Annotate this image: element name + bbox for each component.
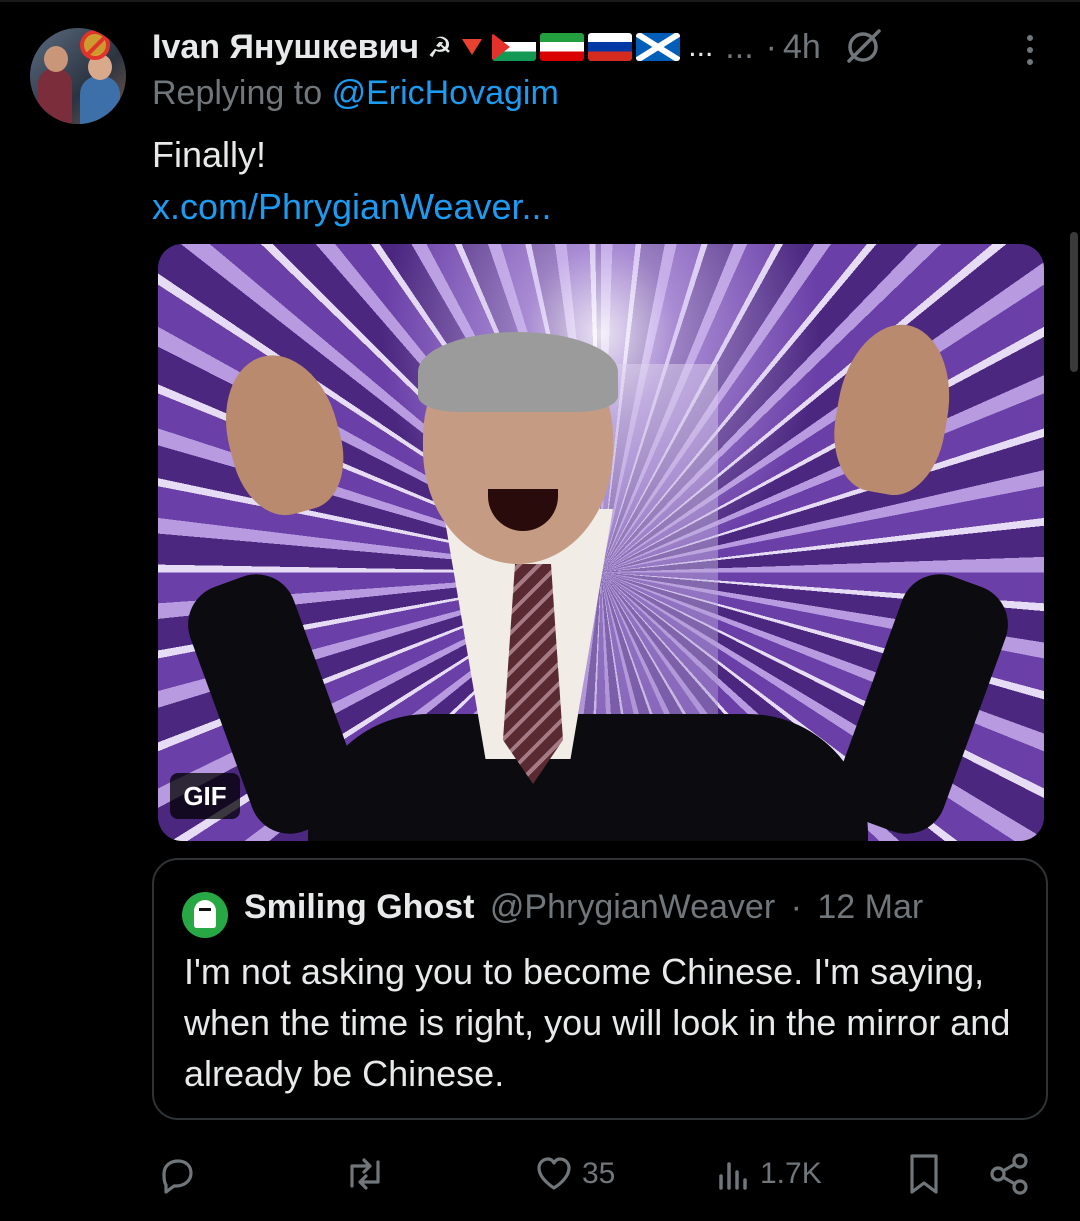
replying-handle-link[interactable]: @EricHovagim <box>332 74 559 112</box>
palestine-flag-icon <box>492 33 537 61</box>
name-truncation: ... <box>688 30 714 63</box>
hammer-sickle-icon: ☭ <box>427 31 453 63</box>
share-icon <box>990 1153 1028 1195</box>
share-button[interactable] <box>988 1152 1030 1196</box>
replying-to: Replying to @EricHovagim <box>152 74 559 113</box>
like-button[interactable]: 35 <box>534 1154 615 1194</box>
gif-figure-hand <box>209 342 357 526</box>
red-triangle-icon <box>462 39 483 55</box>
quoted-date: 12 Mar <box>817 888 924 926</box>
post-link[interactable]: x.com/PhrygianWeaver... <box>152 186 552 228</box>
post-text: Finally! <box>152 134 267 175</box>
author-avatar[interactable] <box>30 28 126 124</box>
quoted-post[interactable]: Smiling Ghost @PhrygianWeaver · 12 Mar I… <box>152 858 1048 1120</box>
like-count: 35 <box>582 1157 616 1190</box>
reply-icon <box>162 1159 193 1194</box>
gif-figure-suit <box>308 714 868 841</box>
header-ellipsis: ... <box>725 27 754 66</box>
heart-icon <box>537 1157 571 1190</box>
bookmark-button[interactable] <box>906 1152 942 1196</box>
gif-media[interactable]: GIF <box>158 244 1044 841</box>
avatar-figure <box>44 46 68 72</box>
header-separator: · <box>765 27 777 66</box>
quoted-post-text: I'm not asking you to become Chinese. I'… <box>184 951 1011 1094</box>
gif-figure-hair <box>418 332 618 412</box>
repost-icon <box>350 1158 380 1190</box>
quoted-author-name: Smiling Ghost <box>244 888 475 926</box>
gif-figure-hand <box>824 315 962 503</box>
views-button[interactable]: 1.7K <box>716 1154 822 1194</box>
reply-button[interactable] <box>156 1154 206 1194</box>
grok-icon[interactable] <box>843 27 883 67</box>
bookmark-icon <box>910 1154 938 1194</box>
russia-flag-icon <box>588 33 633 61</box>
quoted-separator: · <box>790 888 802 926</box>
quoted-post-header: Smiling Ghost @PhrygianWeaver · 12 Mar <box>244 888 923 927</box>
views-count: 1.7K <box>760 1157 822 1190</box>
top-divider <box>0 0 1080 2</box>
replying-prefix: Replying to <box>152 74 323 112</box>
author-name[interactable]: Ivan Янушкевич <box>152 28 419 67</box>
quoted-author-handle: @PhrygianWeaver <box>489 888 776 926</box>
scotland-flag-icon <box>636 33 681 61</box>
gif-badge: GIF <box>170 773 240 819</box>
post-time[interactable]: 4h <box>783 28 821 67</box>
name-emojis: ☭ ... <box>427 30 713 64</box>
prohibited-sign-icon <box>80 30 110 60</box>
views-icon <box>719 1162 747 1190</box>
post-header: Ivan Янушкевич ☭ ... ... · 4h <box>152 26 992 68</box>
action-bar: 35 1.7K <box>0 1148 1080 1200</box>
quoted-author-avatar <box>182 892 228 938</box>
iran-flag-icon <box>540 33 585 61</box>
avatar-figure <box>38 68 72 124</box>
avatar-figure <box>80 76 120 124</box>
scrollbar[interactable] <box>1070 232 1078 372</box>
repost-button[interactable] <box>342 1154 396 1194</box>
more-icon[interactable] <box>1018 32 1042 68</box>
